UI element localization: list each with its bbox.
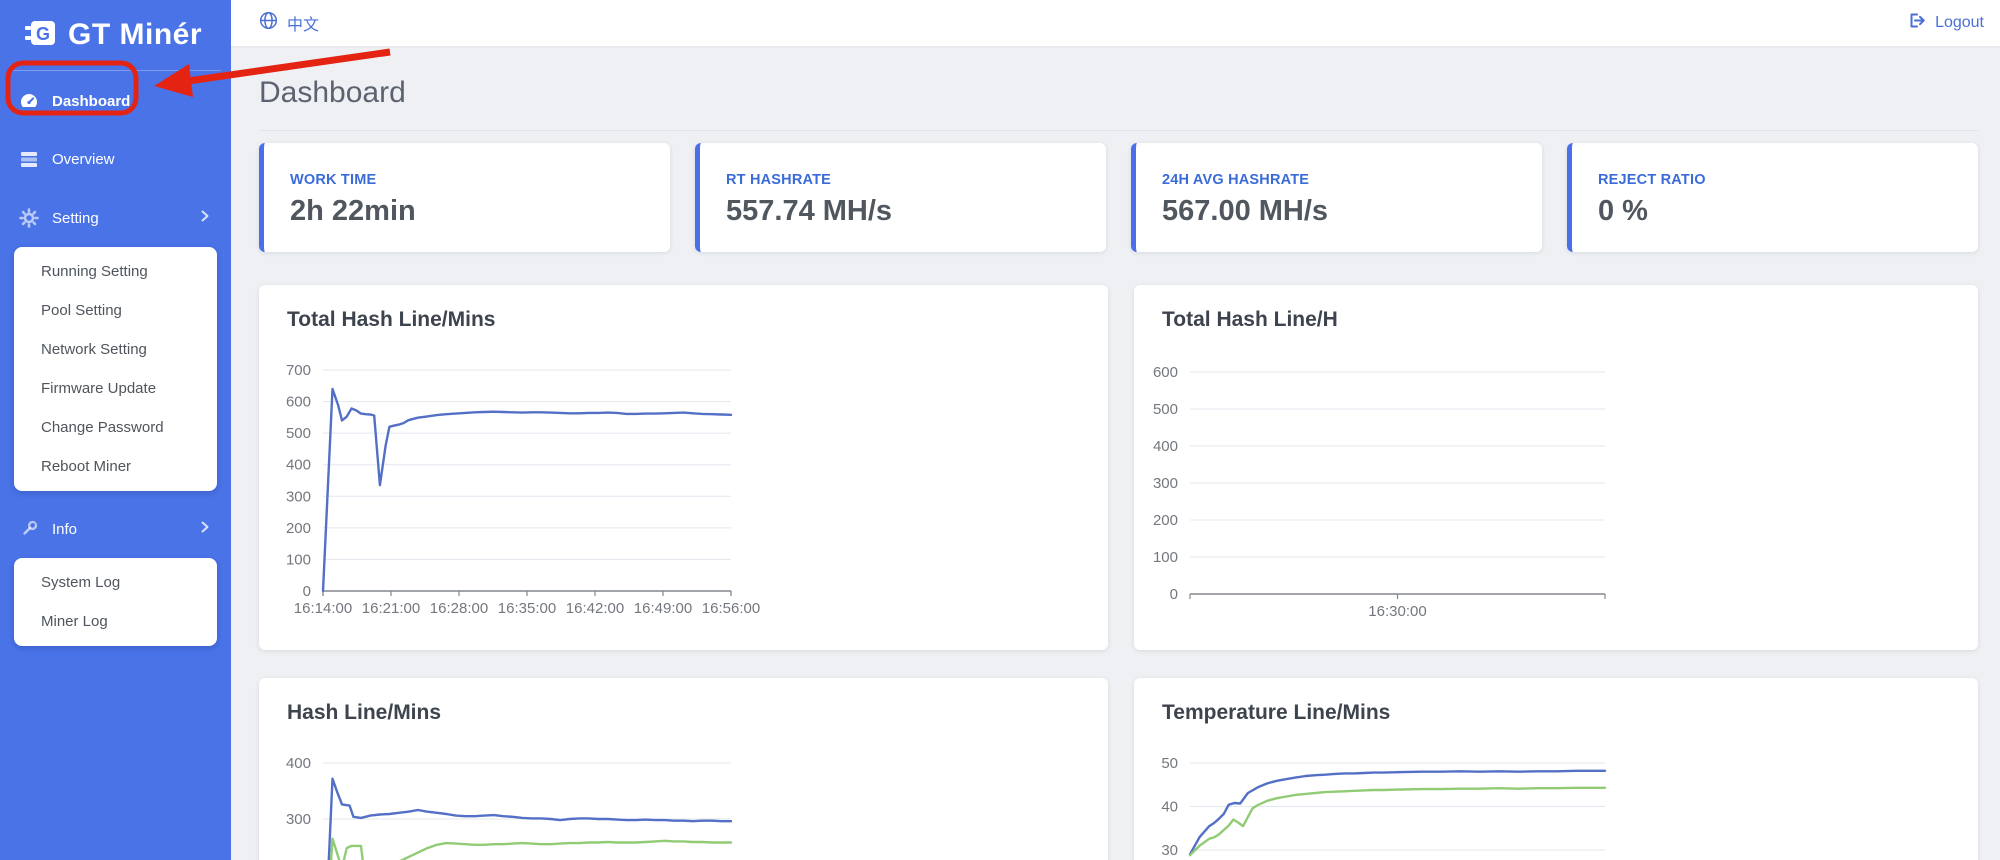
stat-value: 567.00 MH/s — [1162, 195, 1329, 227]
chevron-right-icon — [197, 208, 213, 228]
svg-text:30: 30 — [1161, 842, 1178, 859]
svg-text:300: 300 — [1153, 475, 1178, 492]
svg-text:16:21:00: 16:21:00 — [362, 600, 420, 617]
svg-text:300: 300 — [286, 488, 311, 505]
sidebar-item-setting[interactable]: Setting — [0, 198, 231, 238]
svg-text:300: 300 — [286, 811, 311, 828]
chart-card-total-hash-hours: Total Hash Line/H 600 500 400 300 200 100 0 16:… — [1134, 285, 1978, 650]
sidebar-item-label: Info — [52, 520, 78, 538]
sidebar-item-info[interactable]: Info — [0, 509, 231, 549]
sidebar-item-label: Overview — [52, 150, 115, 168]
svg-text:0: 0 — [1170, 586, 1178, 603]
language-switch[interactable]: 中文 — [259, 11, 319, 35]
dashboard-icon — [19, 91, 39, 111]
svg-text:600: 600 — [286, 394, 311, 411]
gear-icon — [19, 208, 39, 228]
stat-value: 2h 22min — [290, 195, 416, 227]
svg-text:16:56:00: 16:56:00 — [702, 600, 760, 617]
wrench-icon — [19, 519, 39, 539]
sidebar-item-label: Setting — [52, 209, 99, 227]
stat-value: 557.74 MH/s — [726, 195, 893, 227]
sidebar-item-label: Dashboard — [52, 92, 131, 110]
svg-text:40: 40 — [1161, 799, 1178, 816]
svg-text:200: 200 — [286, 520, 311, 537]
svg-text:16:35:00: 16:35:00 — [498, 600, 556, 617]
stat-label: REJECT RATIO — [1598, 172, 1706, 188]
logout-button[interactable]: Logout — [1907, 11, 1984, 35]
page-header: Dashboard — [259, 46, 1978, 131]
setting-submenu: Running Setting Pool Setting Network Set… — [14, 247, 217, 491]
stat-value: 0 % — [1598, 195, 1648, 227]
app-logo[interactable]: G GT Minér — [0, 0, 231, 70]
stat-card-reject-ratio: REJECT RATIO 0 % — [1567, 143, 1978, 252]
page-title: Dashboard — [259, 76, 406, 109]
svg-text:600: 600 — [1153, 364, 1178, 381]
stat-card-work-time: WORK TIME 2h 22min — [259, 143, 670, 252]
chevron-right-icon — [197, 519, 213, 539]
svg-text:500: 500 — [1153, 401, 1178, 418]
gt-miner-logo-icon: G — [24, 18, 58, 53]
chart-card-total-hash-mins: Total Hash Line/Mins 700 600 500 400 300 200 1… — [259, 285, 1108, 650]
svg-text:16:42:00: 16:42:00 — [566, 600, 624, 617]
svg-text:16:14:00: 16:14:00 — [294, 600, 352, 617]
sidebar-item-overview[interactable]: Overview — [0, 139, 231, 179]
svg-text:400: 400 — [1153, 438, 1178, 455]
line-chart-total-hash-hours: 600 500 400 300 200 100 0 16:30:00 — [1153, 364, 1606, 620]
svg-text:16:30:00: 16:30:00 — [1368, 603, 1426, 620]
submenu-item-running-setting[interactable]: Running Setting — [14, 252, 217, 291]
svg-text:G: G — [36, 24, 50, 44]
submenu-item-system-log[interactable]: System Log — [14, 563, 217, 602]
submenu-item-change-password[interactable]: Change Password — [14, 408, 217, 447]
stats-row: WORK TIME 2h 22min RT HASHRATE 557.74 MH… — [259, 143, 1978, 252]
stat-card-24h-avg-hashrate: 24H AVG HASHRATE 567.00 MH/s — [1131, 143, 1542, 252]
stat-label: RT HASHRATE — [726, 172, 832, 188]
svg-text:100: 100 — [1153, 549, 1178, 566]
submenu-item-network-setting[interactable]: Network Setting — [14, 330, 217, 369]
topbar: 中文 Logout — [231, 0, 2000, 46]
stat-card-rt-hashrate: RT HASHRATE 557.74 MH/s — [695, 143, 1106, 252]
line-chart-total-hash-mins: 700 600 500 400 300 200 100 016:14:00 16:21:00 16… — [286, 362, 760, 617]
app-title: GT Minér — [68, 18, 203, 51]
language-label: 中文 — [287, 17, 320, 34]
main-content: Dashboard WORK TIME 2h 22min RT HASHRATE… — [231, 46, 2000, 860]
svg-text:100: 100 — [286, 551, 311, 568]
logout-icon — [1907, 11, 1926, 35]
svg-text:0: 0 — [303, 583, 311, 600]
svg-text:50: 50 — [1161, 755, 1178, 772]
submenu-item-miner-log[interactable]: Miner Log — [14, 602, 217, 641]
chart-card-hash-mins: Hash Line/Mins 400 300 — [259, 678, 1108, 860]
chart-card-temperature-mins: Temperature Line/Mins 50 40 30 — [1134, 678, 1978, 860]
submenu-item-reboot-miner[interactable]: Reboot Miner — [14, 447, 217, 486]
svg-text:700: 700 — [286, 362, 311, 379]
sidebar-item-dashboard[interactable]: Dashboard — [0, 81, 231, 121]
sidebar-divider — [10, 70, 221, 71]
info-submenu: System Log Miner Log — [14, 558, 217, 646]
globe-icon — [259, 11, 278, 35]
stat-label: WORK TIME — [290, 172, 377, 188]
overview-icon — [19, 149, 39, 169]
line-chart-hash-mins: 400 300 — [286, 755, 733, 860]
submenu-item-firmware-update[interactable]: Firmware Update — [14, 369, 217, 408]
stat-label: 24H AVG HASHRATE — [1162, 172, 1310, 188]
sidebar: G GT Minér Dashboard Overview Setting Ru… — [0, 0, 231, 860]
line-chart-temperature-mins: 50 40 30 — [1161, 755, 1607, 859]
svg-text:16:28:00: 16:28:00 — [430, 600, 488, 617]
submenu-item-pool-setting[interactable]: Pool Setting — [14, 291, 217, 330]
svg-text:500: 500 — [286, 425, 311, 442]
charts-grid: Total Hash Line/Mins 700 600 500 400 300 200 1… — [259, 285, 1978, 860]
svg-text:200: 200 — [1153, 512, 1178, 529]
svg-text:400: 400 — [286, 457, 311, 474]
svg-text:16:49:00: 16:49:00 — [634, 600, 692, 617]
svg-text:400: 400 — [286, 755, 311, 772]
logout-label: Logout — [1935, 14, 1984, 31]
